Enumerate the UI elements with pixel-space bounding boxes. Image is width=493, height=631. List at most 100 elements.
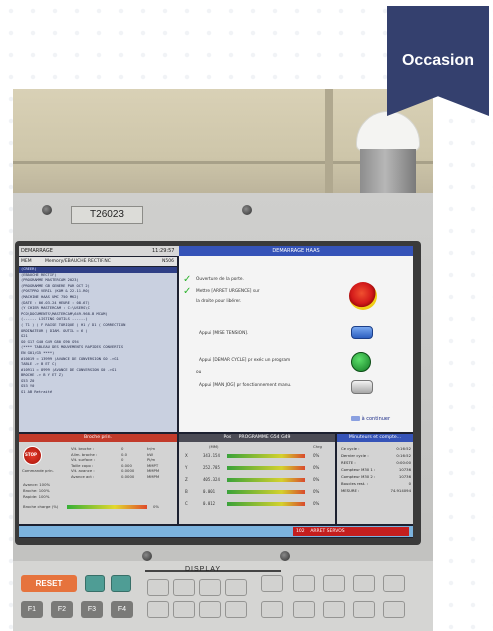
display-key[interactable] [225,601,247,618]
function-key[interactable] [261,601,283,618]
line-number: N506 [162,259,174,264]
cycle-start-key-icon [351,352,371,372]
timer-row: Ce cycle : 0:16:52 [341,446,411,453]
program-line: G1 AB Retraité [21,390,53,395]
function-key[interactable] [353,601,375,618]
lamp-dome [356,111,420,151]
display-key[interactable] [225,579,247,596]
timer-value: 0 [408,481,411,486]
startup-dialog: ✓ Ouverture de la porte. ✓ Mettre [ARRET… [179,256,413,432]
memory-mode: MEM [21,259,32,264]
function-key[interactable] [261,575,283,592]
screw [242,205,252,215]
startup-step-text: Ouverture de la porte. [196,277,244,282]
timers-panel-title: Minuteurs et compte... [337,434,413,442]
startup-step: ou [179,367,413,381]
axis-value: 0.012 [203,501,216,506]
override-spindle: Broche: 100% [23,488,50,493]
function-key[interactable] [323,601,345,618]
position-subtitle: PROGRAMME G54 G49 [238,435,291,440]
display-key[interactable] [199,579,221,596]
startup-step-text: Mettre [ARRET URGENCE] sur [196,289,260,294]
display-key[interactable] [173,579,195,596]
spindle-panel: Broche prin. STOP Commande prin. Vit. br… [19,434,177,524]
axis-load-label: Chrg [313,444,322,449]
continue-hint[interactable]: à continuer [351,416,390,422]
f1-key[interactable]: F1 [21,601,43,618]
function-key[interactable] [383,575,405,592]
program-file: Memory/EBAUCHE RECTIF.NC [45,259,111,264]
spindle-load-label: Broche charge (%) [23,504,59,509]
axis-load-value: 0% [313,465,320,470]
spindle-panel-title: Broche prin. [19,434,177,442]
readout-label: Taille copo : [71,462,94,468]
f3-key[interactable]: F3 [81,601,103,618]
readout-value: 0 [121,446,124,451]
program-listing[interactable]: (CREER) (EBAUCHE RECTIF) (PROGRAMME MASTER… [19,267,177,432]
spindle-load-bar [67,505,147,509]
cnc-screen: DEMARRAGE 11:29:57 DEMARRAGE HAAS MEM Me… [19,246,413,538]
axis-load-bar [227,490,305,494]
readout-unit: MMPM [147,468,160,473]
display-key[interactable] [199,601,221,618]
occasion-badge-label: Occasion [401,52,475,69]
units-label: (MM) [209,444,219,449]
startup-step: la droite pour libérer. [179,296,413,310]
timer-row: RESTE : 0:00:00 [341,460,411,467]
spindle-mode: Commande prin. [22,468,54,473]
spindle-load-value: 0% [153,504,160,509]
readout-unit: MMPT [147,462,159,468]
timer-label: Ce cycle : [341,446,360,451]
stop-label: STOP [25,452,37,457]
axis-value: 252.785 [203,465,220,470]
alarm-message[interactable]: 102 ARRET SERVOS [293,527,409,536]
f4-key[interactable]: F4 [111,601,133,618]
readout-value: 0.0000 [121,473,135,479]
readout-value: 0.0 [121,451,128,457]
function-key[interactable] [353,575,375,592]
screen-bezel: DEMARRAGE 11:29:57 DEMARRAGE HAAS MEM Me… [15,241,421,545]
timer-value: 0:00:00 [396,460,411,465]
f2-key[interactable]: F2 [51,601,73,618]
status-lamp [356,111,420,203]
readout-value: 0.0000 [121,468,135,473]
function-key[interactable] [323,575,345,592]
axis-row: Z 405.324 0% [185,476,329,485]
function-key[interactable] [293,601,315,618]
axis-load-bar [227,466,305,470]
axis-row: C 0.012 0% [185,500,329,509]
display-key[interactable] [147,601,169,618]
display-key[interactable] [173,601,195,618]
reset-key[interactable]: RESET [21,575,77,592]
axis-load-bar [227,454,305,458]
cancel-key-icon [351,416,360,421]
status-bar: 102 ARRET SERVOS [19,526,413,537]
continue-label: à continuer [361,416,391,422]
axis-row: B 0.001 0% [185,488,329,497]
startup-step-text: Appui [MISE TENSION]. [199,331,249,336]
timer-value: 10736 [398,474,411,479]
readout-value: 0.000 [121,462,132,468]
timer-row: MESURE : 74.914094 [341,488,411,495]
readout-unit: Pi/m [147,457,156,462]
readout-unit: kW [147,451,153,457]
alarm-code: 102 [296,529,305,534]
axis-value: 0.001 [203,489,216,494]
axis-load-bar [227,478,305,482]
timer-value: 0:16:52 [396,453,411,458]
function-key[interactable] [383,601,405,618]
screw [42,205,52,215]
timer-label: MESURE : [341,488,360,493]
alarm-text: ARRET SERVOS [310,529,345,534]
readout-label: Vit. avance : [71,468,95,473]
function-key[interactable] [293,575,315,592]
axis-row: Y 252.785 0% [185,464,329,473]
teal-key[interactable] [111,575,131,592]
display-key[interactable] [147,579,169,596]
teal-key[interactable] [85,575,105,592]
timer-label: Compteur M30 1 : [341,467,376,472]
position-panel: Pos PROGRAMME G54 G49 (MM) Chrg X 343.154… [179,434,335,524]
emergency-stop-icon [349,282,377,310]
position-tab[interactable]: Pos [224,435,232,440]
startup-step-text: Appui [DEMAR CYCLE] pr exéc un program [199,358,291,363]
